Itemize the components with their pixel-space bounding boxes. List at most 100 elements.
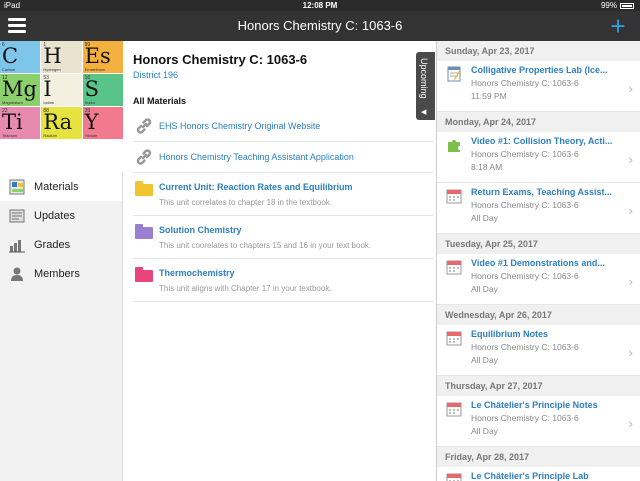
event-time: All Day bbox=[471, 213, 498, 223]
event-title: Le Châtelier's Principle Lab bbox=[471, 471, 589, 481]
event-time: All Day bbox=[471, 355, 498, 365]
upcoming-toggle[interactable]: Upcoming ◀ bbox=[416, 52, 435, 120]
battery-status: 99% bbox=[601, 0, 634, 11]
link-item[interactable]: EHS Honors Chemistry Original Website bbox=[133, 111, 433, 142]
link-item[interactable]: Honors Chemistry Teaching Assistant Appl… bbox=[133, 142, 433, 173]
sidebar-item-materials[interactable]: Materials bbox=[0, 172, 122, 201]
element-symbol: Ti bbox=[2, 110, 23, 134]
day-header: Wednesday, Apr 26, 2017 bbox=[437, 305, 640, 325]
folder-icon bbox=[135, 267, 153, 282]
caret-left-icon: ◀ bbox=[421, 109, 427, 116]
calendar-icon bbox=[446, 472, 462, 481]
chevron-right-icon: › bbox=[628, 345, 633, 360]
sidebar-item-grades[interactable]: Grades bbox=[0, 230, 122, 259]
day-header: Monday, Apr 24, 2017 bbox=[437, 112, 640, 132]
grades-icon bbox=[9, 237, 25, 253]
element-name: Hydrogen bbox=[43, 67, 61, 72]
district-link[interactable]: District 196 bbox=[133, 70, 178, 80]
folder-icon bbox=[135, 224, 153, 239]
element-tile: 12 Mg Magnesium bbox=[0, 74, 41, 106]
add-icon[interactable]: + bbox=[606, 13, 630, 39]
element-tile: 39 Y Yttrium bbox=[82, 107, 123, 139]
element-tile: 53 I Iodine bbox=[41, 74, 82, 106]
folder-description: This unit correlates to chapter 18 in th… bbox=[159, 198, 332, 207]
battery-icon bbox=[620, 2, 634, 9]
upcoming-event[interactable]: Equilibrium Notes Honors Chemistry C: 106… bbox=[437, 325, 640, 376]
day-header: Tuesday, Apr 25, 2017 bbox=[437, 234, 640, 254]
status-bar: iPad 12:08 PM 99% bbox=[0, 0, 640, 11]
sidebar-item-label: Members bbox=[34, 267, 80, 280]
folder-description: This unit coorelates to chapters 15 and … bbox=[159, 241, 372, 250]
day-header: Thursday, Apr 27, 2017 bbox=[437, 376, 640, 396]
element-name: Einsteinium bbox=[84, 67, 106, 72]
battery-percent: 99% bbox=[600, 1, 617, 10]
sidebar-item-updates[interactable]: Updates bbox=[0, 201, 122, 230]
materials-icon bbox=[9, 179, 25, 195]
element-name: Iodine bbox=[43, 100, 55, 105]
folder-item[interactable]: Current Unit: Reaction Rates and Equilib… bbox=[133, 173, 433, 216]
updates-icon bbox=[9, 208, 25, 224]
event-time: All Day bbox=[471, 426, 498, 436]
event-time: 8:18 AM bbox=[471, 162, 503, 172]
link-icon bbox=[135, 117, 153, 140]
element-symbol: I bbox=[43, 77, 52, 101]
upcoming-event[interactable]: Video #1: Collision Theory, Acti... Honor… bbox=[437, 132, 640, 183]
members-icon bbox=[9, 266, 25, 282]
folder-icon bbox=[135, 181, 153, 196]
section-label: All Materials bbox=[133, 96, 187, 106]
folder-name: Current Unit: Reaction Rates and Equilib… bbox=[159, 182, 353, 192]
sidebar-item-label: Grades bbox=[34, 238, 71, 251]
top-navbar: Honors Chemistry C: 1063-6 + bbox=[0, 11, 640, 41]
day-header: Sunday, Apr 23, 2017 bbox=[437, 41, 640, 61]
chevron-right-icon: › bbox=[628, 416, 633, 431]
element-tile: 99 Es Einsteinium bbox=[82, 41, 123, 73]
calendar-icon bbox=[446, 401, 462, 417]
folder-item[interactable]: Thermochemistry This unit aligns with Cha… bbox=[133, 259, 433, 302]
element-tile: 16 S Sulfur bbox=[82, 74, 123, 106]
element-name: Yttrium bbox=[84, 133, 98, 138]
upcoming-event[interactable]: Le Châtelier's Principle Lab bbox=[437, 467, 640, 481]
upcoming-tab-label: Upcoming bbox=[419, 58, 429, 99]
element-symbol: C bbox=[2, 44, 19, 68]
sidebar-item-label: Materials bbox=[34, 180, 79, 193]
folder-description: This unit aligns with Chapter 17 in your… bbox=[159, 284, 332, 293]
element-symbol: H bbox=[43, 44, 62, 68]
element-tile: 88 Ra Radium bbox=[41, 107, 82, 139]
calendar-icon bbox=[446, 259, 462, 275]
chevron-right-icon: › bbox=[628, 152, 633, 167]
chevron-right-icon: › bbox=[628, 203, 633, 218]
event-title: Equilibrium Notes bbox=[471, 329, 549, 339]
sidebar: 6 C Carbon 1 H Hydrogen 99 Es Einsteinium 12 Mg Mag… bbox=[0, 41, 123, 481]
calendar-icon bbox=[446, 188, 462, 204]
upcoming-event[interactable]: Return Exams, Teaching Assist... Honors C… bbox=[437, 183, 640, 234]
link-name: Honors Chemistry Teaching Assistant Appl… bbox=[159, 152, 354, 162]
course-title: Honors Chemistry C: 1063-6 bbox=[133, 52, 308, 67]
element-tile: 1 H Hydrogen bbox=[41, 41, 82, 73]
event-course: Honors Chemistry C: 1063-6 bbox=[471, 149, 579, 159]
chevron-right-icon: › bbox=[628, 274, 633, 289]
day-header: Friday, Apr 28, 2017 bbox=[437, 447, 640, 467]
element-name: Carbon bbox=[2, 67, 16, 72]
event-course: Honors Chemistry C: 1063-6 bbox=[471, 78, 579, 88]
upcoming-event[interactable]: Video #1 Demonstrations and... Honors Che… bbox=[437, 254, 640, 305]
folder-name: Thermochemistry bbox=[159, 268, 235, 278]
clock: 12:08 PM bbox=[302, 1, 338, 10]
element-name: Sulfur bbox=[84, 100, 96, 105]
course-picture: 6 C Carbon 1 H Hydrogen 99 Es Einsteinium 12 Mg Mag… bbox=[0, 41, 123, 172]
chevron-right-icon: › bbox=[628, 81, 633, 96]
upcoming-event[interactable]: Le Châtelier's Principle Notes Honors Che… bbox=[437, 396, 640, 447]
element-name: Radium bbox=[43, 133, 58, 138]
event-title: Le Châtelier's Principle Notes bbox=[471, 400, 598, 410]
event-course: Honors Chemistry C: 1063-6 bbox=[471, 271, 579, 281]
event-title: Colligative Properties Lab (Ice... bbox=[471, 65, 608, 75]
folder-name: Solution Chemistry bbox=[159, 225, 242, 235]
event-title: Return Exams, Teaching Assist... bbox=[471, 187, 613, 197]
event-course: Honors Chemistry C: 1063-6 bbox=[471, 342, 579, 352]
event-time: All Day bbox=[471, 284, 498, 294]
folder-item[interactable]: Solution Chemistry This unit coorelates t… bbox=[133, 216, 433, 259]
upcoming-panel: Sunday, Apr 23, 2017 Colligative Properti… bbox=[436, 41, 640, 481]
element-symbol: Y bbox=[84, 110, 99, 134]
sidebar-item-members[interactable]: Members bbox=[0, 259, 122, 288]
upcoming-event[interactable]: Colligative Properties Lab (Ice... Honors… bbox=[437, 61, 640, 112]
element-name: Magnesium bbox=[2, 100, 23, 105]
